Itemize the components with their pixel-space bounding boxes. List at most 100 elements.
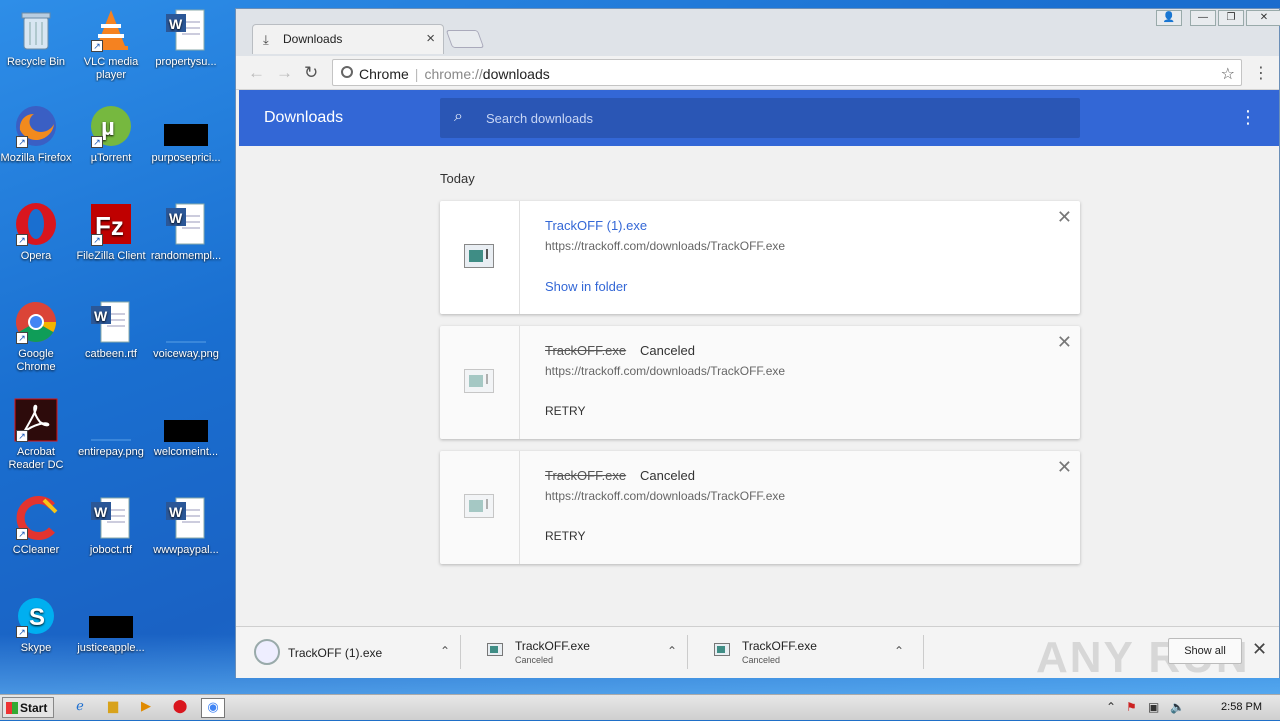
restore-button[interactable]: ❐ bbox=[1218, 10, 1244, 26]
desktop-icon-propertysu[interactable]: W propertysu... bbox=[150, 8, 222, 69]
forward-arrow-icon[interactable]: → bbox=[276, 63, 293, 83]
profile-icon[interactable]: 👤 bbox=[1156, 10, 1182, 26]
desktop-icon-welcomeint[interactable]: welcomeint... bbox=[150, 398, 222, 459]
tab-title: Downloads bbox=[283, 32, 343, 46]
start-button[interactable]: Start bbox=[2, 697, 54, 718]
acrobat-icon: ↗ bbox=[14, 398, 58, 442]
reload-icon[interactable]: ↻ bbox=[304, 63, 318, 83]
ccleaner-icon: ↗ bbox=[14, 496, 58, 540]
opera-taskbar-icon[interactable]: ⬤ bbox=[168, 698, 192, 718]
shortcut-arrow-icon: ↗ bbox=[16, 332, 28, 344]
search-input[interactable]: ⌕ Search downloads bbox=[440, 98, 1080, 138]
show-in-folder-link[interactable]: Show in folder bbox=[545, 279, 627, 294]
desktop-icon-firefox[interactable]: ↗ Mozilla Firefox bbox=[0, 104, 72, 165]
download-url[interactable]: https://trackoff.com/downloads/TrackOFF.… bbox=[545, 489, 785, 503]
desktop-icon-wwwpaypal[interactable]: W wwwpaypal... bbox=[150, 496, 222, 557]
desktop-icon-justiceapple[interactable]: justiceapple... bbox=[75, 594, 147, 655]
desktop-icon-catbeen[interactable]: W catbeen.rtf bbox=[75, 300, 147, 361]
desktop-icon-purposeprici[interactable]: purposeprici... bbox=[150, 104, 222, 165]
download-filename-link[interactable]: TrackOFF (1).exe bbox=[545, 218, 647, 233]
retry-button[interactable]: RETRY bbox=[545, 404, 585, 418]
word-document-icon: W bbox=[164, 202, 208, 246]
desktop-icon-label: propertysu... bbox=[155, 56, 217, 68]
chevron-up-icon[interactable]: ⌃ bbox=[667, 644, 677, 658]
media-player-icon[interactable]: ▶ bbox=[134, 698, 158, 718]
desktop-icon-joboct[interactable]: W joboct.rtf bbox=[75, 496, 147, 557]
svg-text:W: W bbox=[94, 504, 108, 520]
show-all-button[interactable]: Show all bbox=[1168, 638, 1242, 664]
desktop-icon-label: Skype bbox=[20, 642, 52, 654]
address-bar[interactable]: Chrome | chrome://downloads ☆ bbox=[332, 59, 1242, 86]
word-document-icon: W bbox=[164, 8, 208, 52]
chrome-menu-icon[interactable]: ⋮ bbox=[1253, 63, 1269, 83]
title-bar: ⤓ Downloads × 👤 — ❐ ✕ bbox=[236, 9, 1280, 57]
chrome-taskbar-icon[interactable]: ◉ bbox=[201, 698, 225, 718]
chrome-window: ⤓ Downloads × 👤 — ❐ ✕ ← → ↻ Chrome | chrom… bbox=[235, 8, 1280, 682]
bookmark-star-icon[interactable]: ☆ bbox=[1221, 64, 1235, 84]
network-icon[interactable]: ▣ bbox=[1148, 700, 1159, 714]
action-center-icon[interactable]: ⚑ bbox=[1126, 700, 1137, 714]
page-title: Downloads bbox=[264, 109, 344, 126]
desktop-icon-voiceway[interactable]: voiceway.png bbox=[150, 300, 222, 361]
desktop-icon-utorrent[interactable]: µ ↗ µTorrent bbox=[75, 104, 147, 165]
desktop-icon-vlc[interactable]: ↗ VLC media player bbox=[75, 8, 147, 82]
downloads-list: Today TrackOFF (1).exe https://trackoff.… bbox=[239, 146, 1279, 626]
shelf-divider bbox=[923, 635, 924, 669]
desktop-icon-label: wwwpaypal... bbox=[153, 544, 219, 556]
recycle-bin-icon bbox=[14, 8, 58, 52]
clock[interactable]: 2:58 PM bbox=[1221, 701, 1262, 713]
shortcut-arrow-icon: ↗ bbox=[16, 528, 28, 540]
new-tab-button[interactable] bbox=[445, 30, 485, 48]
desktop-icon-ccleaner[interactable]: ↗ CCleaner bbox=[0, 496, 72, 557]
svg-text:W: W bbox=[169, 16, 183, 32]
remove-item-icon[interactable]: ✕ bbox=[1057, 207, 1072, 228]
firefox-icon: ↗ bbox=[14, 104, 58, 148]
downloads-header: Downloads ⌕ Search downloads ⋮ bbox=[239, 90, 1279, 146]
remove-item-icon[interactable]: ✕ bbox=[1057, 332, 1072, 353]
chevron-up-icon[interactable]: ⌃ bbox=[894, 644, 904, 658]
shortcut-arrow-icon: ↗ bbox=[16, 234, 28, 246]
download-url[interactable]: https://trackoff.com/downloads/TrackOFF.… bbox=[545, 364, 785, 378]
desktop-icon-recycle-bin[interactable]: Recycle Bin bbox=[0, 8, 72, 69]
desktop-icon-entirepay[interactable]: entirepay.png bbox=[75, 398, 147, 459]
shelf-item[interactable]: TrackOFF.exe Canceled ⌃ bbox=[688, 627, 924, 679]
file-icon-column bbox=[440, 451, 520, 564]
shelf-item[interactable]: TrackOFF.exe Canceled ⌃ bbox=[461, 627, 688, 679]
desktop-icon-randomempl[interactable]: W randomempl... bbox=[150, 202, 222, 263]
shelf-filename: TrackOFF.exe bbox=[742, 639, 817, 653]
desktop-icon-acrobat-reader[interactable]: ↗ Acrobat Reader DC bbox=[0, 398, 72, 472]
shelf-item[interactable]: TrackOFF (1).exe ⌃ bbox=[236, 627, 461, 679]
exe-file-icon bbox=[464, 494, 494, 518]
utorrent-icon: µ ↗ bbox=[89, 104, 133, 148]
volume-icon[interactable]: 🔈 bbox=[1170, 700, 1185, 714]
more-actions-icon[interactable]: ⋮ bbox=[1239, 107, 1257, 128]
remove-item-icon[interactable]: ✕ bbox=[1057, 457, 1072, 478]
minimize-button[interactable]: — bbox=[1190, 10, 1216, 26]
close-tab-icon[interactable]: × bbox=[426, 30, 435, 47]
desktop-icon-google-chrome[interactable]: ↗ Google Chrome bbox=[0, 300, 72, 374]
desktop-icon-skype[interactable]: S ↗ Skype bbox=[0, 594, 72, 655]
close-shelf-icon[interactable]: ✕ bbox=[1252, 639, 1267, 660]
file-explorer-icon[interactable]: ▆ bbox=[101, 698, 125, 718]
svg-text:W: W bbox=[94, 308, 108, 324]
retry-button[interactable]: RETRY bbox=[545, 529, 585, 543]
image-file-icon bbox=[164, 300, 208, 344]
close-window-button[interactable]: ✕ bbox=[1246, 10, 1280, 26]
word-document-icon: W bbox=[89, 300, 133, 344]
internet-explorer-icon[interactable]: ℯ bbox=[68, 698, 92, 718]
download-url[interactable]: https://trackoff.com/downloads/TrackOFF.… bbox=[545, 239, 785, 253]
back-arrow-icon[interactable]: ← bbox=[248, 63, 265, 83]
show-hidden-icons-icon[interactable]: ⌃ bbox=[1106, 700, 1116, 714]
shortcut-arrow-icon: ↗ bbox=[91, 234, 103, 246]
desktop-icon-label: VLC media player bbox=[83, 56, 139, 81]
desktop-icon-filezilla[interactable]: Fz ↗ FileZilla Client bbox=[75, 202, 147, 263]
chevron-up-icon[interactable]: ⌃ bbox=[440, 644, 450, 658]
tab-downloads[interactable]: ⤓ Downloads × bbox=[252, 24, 444, 54]
site-label: Chrome bbox=[359, 66, 409, 82]
file-icon-column bbox=[440, 201, 520, 314]
desktop-icon-label: Google Chrome bbox=[16, 348, 56, 373]
desktop-icon-label: µTorrent bbox=[90, 152, 132, 164]
desktop-icon-opera[interactable]: ↗ Opera bbox=[0, 202, 72, 263]
file-icon-column bbox=[440, 326, 520, 439]
image-file-icon bbox=[89, 398, 133, 442]
